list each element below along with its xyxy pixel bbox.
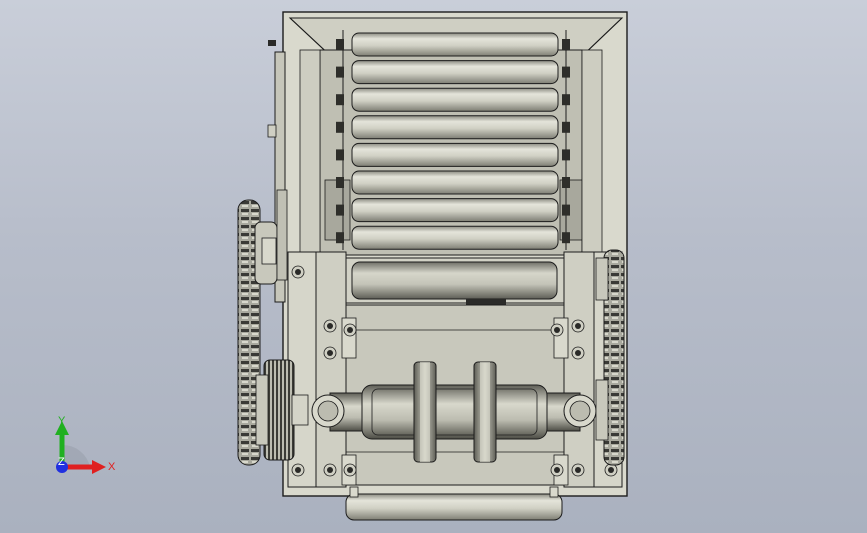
roller[interactable] bbox=[351, 142, 559, 167]
roller[interactable] bbox=[351, 87, 559, 112]
roller-axle bbox=[336, 66, 344, 78]
bolt-hole bbox=[554, 467, 560, 473]
bolt-hole bbox=[295, 269, 301, 275]
roller-axle bbox=[336, 121, 344, 133]
roller[interactable] bbox=[351, 225, 559, 250]
roller-axle bbox=[562, 39, 570, 50]
roller[interactable] bbox=[351, 60, 559, 85]
bolt-hole bbox=[327, 467, 333, 473]
roller[interactable] bbox=[351, 32, 559, 57]
y-axis-label: Y bbox=[58, 415, 66, 427]
bolt-hole bbox=[554, 327, 560, 333]
bolt-hole bbox=[608, 467, 614, 473]
roller-axle bbox=[562, 177, 570, 188]
drive-roller[interactable] bbox=[344, 257, 566, 305]
bolt-hole bbox=[347, 327, 353, 333]
roller[interactable] bbox=[351, 170, 559, 195]
bolt-hole bbox=[327, 323, 333, 329]
roller-axle bbox=[336, 177, 344, 188]
roller-axle bbox=[562, 94, 570, 106]
roller-axle bbox=[562, 204, 570, 216]
roller[interactable] bbox=[351, 115, 559, 140]
roller-axle bbox=[336, 232, 344, 244]
graphics-viewport[interactable]: Y X Z bbox=[0, 0, 867, 533]
bolt-hole bbox=[327, 350, 333, 356]
roller-axle bbox=[336, 39, 344, 50]
bolt-hole bbox=[295, 467, 301, 473]
roller-axle bbox=[562, 66, 570, 78]
roller-axle bbox=[336, 149, 344, 161]
bolt-hole bbox=[575, 323, 581, 329]
roller-axle bbox=[562, 121, 570, 133]
bolt-hole bbox=[347, 467, 353, 473]
x-axis-label: X bbox=[108, 461, 116, 473]
bolt-hole bbox=[575, 350, 581, 356]
cad-model[interactable] bbox=[0, 0, 867, 533]
roller-axle bbox=[562, 232, 570, 244]
z-axis-label: Z bbox=[58, 456, 65, 468]
bolt-hole bbox=[575, 467, 581, 473]
roller[interactable] bbox=[351, 198, 559, 223]
view-orientation-triad[interactable]: Y X Z bbox=[40, 405, 120, 485]
roller-axle bbox=[336, 204, 344, 216]
roller-axle bbox=[336, 94, 344, 106]
roller-axle bbox=[562, 149, 570, 161]
